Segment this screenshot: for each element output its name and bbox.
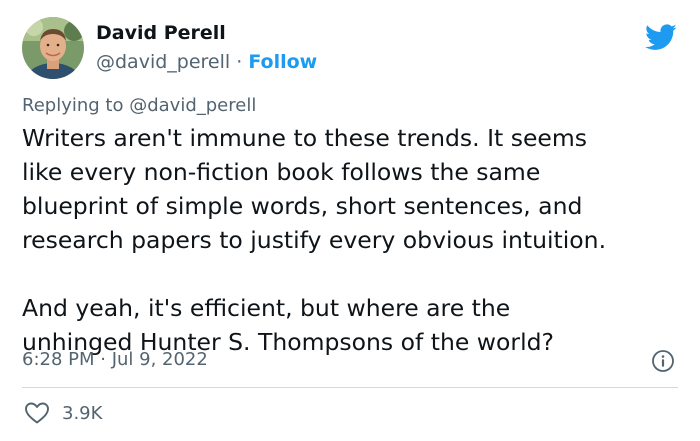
tweet-card: David Perell @david_perell · Follow Repl… <box>0 0 700 441</box>
like-button[interactable]: 3.9K <box>24 399 102 427</box>
info-glyph <box>652 350 674 372</box>
like-count: 3.9K <box>62 402 103 424</box>
author-handle[interactable]: @david_perell <box>96 51 230 73</box>
heart-icon <box>25 402 49 424</box>
replying-to-handle[interactable]: @david_perell <box>129 95 256 116</box>
meta-separator: · <box>236 51 243 73</box>
avatar-image <box>22 17 84 79</box>
avatar[interactable] <box>22 17 84 79</box>
tweet-text: Writers aren't immune to these trends. I… <box>22 121 672 359</box>
author-meta: @david_perell · Follow <box>96 50 317 74</box>
author-name[interactable]: David Perell <box>96 21 226 45</box>
tweet-paragraph: Writers aren't immune to these trends. I… <box>22 124 607 254</box>
tweet-timestamp[interactable]: 6:28 PM · Jul 9, 2022 <box>22 348 208 372</box>
info-icon[interactable] <box>651 349 675 373</box>
follow-button[interactable]: Follow <box>248 51 317 73</box>
twitter-bird-icon[interactable] <box>645 24 677 51</box>
divider <box>22 387 678 388</box>
replying-to: Replying to @david_perell <box>22 95 256 117</box>
twitter-bird-glyph <box>645 24 677 50</box>
replying-to-label: Replying to <box>22 95 124 116</box>
